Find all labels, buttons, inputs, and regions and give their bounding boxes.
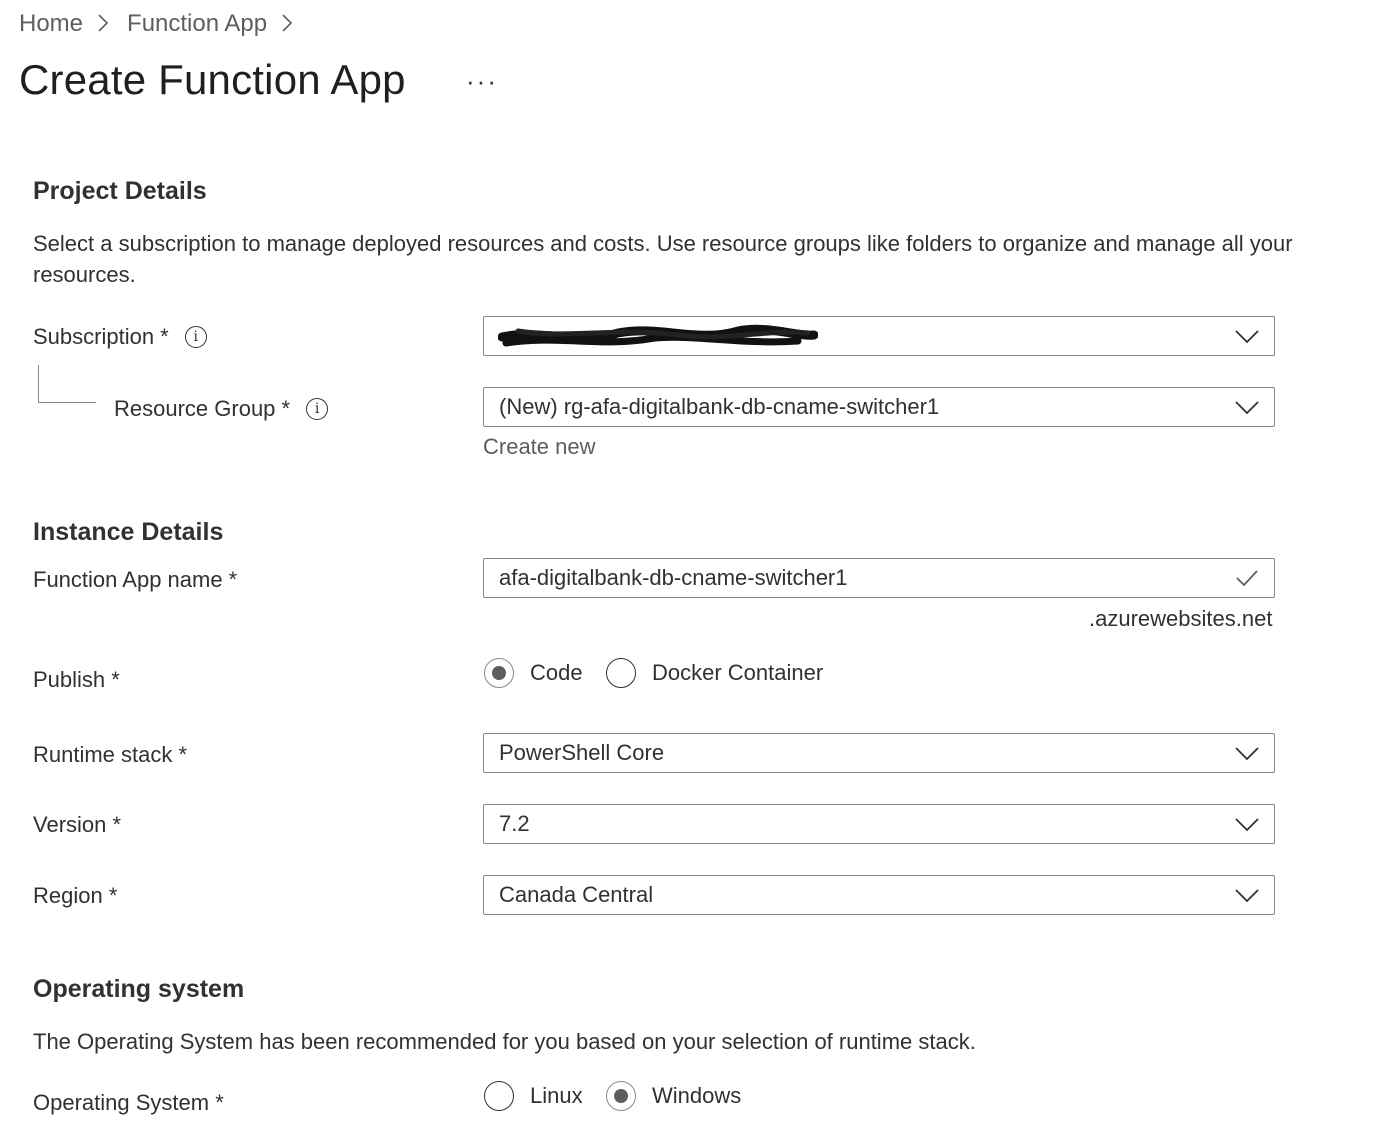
breadcrumb-home[interactable]: Home <box>19 10 83 38</box>
resource-group-value: (New) rg-afa-digitalbank-db-cname-switch… <box>499 394 940 419</box>
region-dropdown[interactable]: Canada Central <box>483 875 1275 915</box>
operating-system-heading: Operating system <box>33 975 245 1003</box>
breadcrumb: Home Function App <box>19 6 311 42</box>
resource-group-dropdown[interactable]: (New) rg-afa-digitalbank-db-cname-switch… <box>483 387 1275 427</box>
checkmark-icon <box>1236 570 1258 587</box>
page-title: Create Function App <box>19 56 406 103</box>
tree-connector <box>38 365 39 403</box>
version-label: Version * <box>33 812 122 837</box>
region-label: Region * <box>33 883 118 908</box>
function-app-name-input[interactable]: afa-digitalbank-db-cname-switcher1 <box>483 558 1275 598</box>
publish-radio-docker[interactable]: Docker Container <box>606 658 823 688</box>
subscription-label: Subscription * i <box>33 324 207 350</box>
instance-details-heading: Instance Details <box>33 518 224 546</box>
radio-selected-icon <box>606 1081 636 1111</box>
runtime-stack-label: Runtime stack * <box>33 742 188 767</box>
version-dropdown[interactable]: 7.2 <box>483 804 1275 844</box>
project-details-heading: Project Details <box>33 177 207 205</box>
chevron-down-icon <box>1235 330 1259 344</box>
chevron-right-icon <box>281 9 293 40</box>
create-new-link[interactable]: Create new <box>483 434 596 460</box>
chevron-down-icon <box>1235 889 1259 903</box>
publish-radio-code[interactable]: Code <box>484 658 583 688</box>
info-icon[interactable]: i <box>184 326 207 348</box>
resource-group-label: Resource Group * i <box>114 396 329 422</box>
project-details-description: Select a subscription to manage deployed… <box>33 231 1293 287</box>
info-icon[interactable]: i <box>306 398 329 420</box>
subscription-label-text: Subscription * <box>33 324 169 349</box>
runtime-stack-dropdown[interactable]: PowerShell Core <box>483 733 1275 773</box>
chevron-right-icon <box>97 9 109 40</box>
chevron-down-icon <box>1235 818 1259 832</box>
domain-suffix: .azurewebsites.net <box>1089 606 1273 631</box>
os-radio-windows[interactable]: Windows <box>606 1081 741 1111</box>
os-option-label: Windows <box>652 1083 742 1108</box>
operating-system-description: The Operating System has been recommende… <box>33 1029 976 1054</box>
version-value: 7.2 <box>499 811 530 836</box>
tree-connector <box>38 402 96 403</box>
more-options-button[interactable]: ··· <box>466 66 498 97</box>
radio-unselected-icon <box>484 1081 514 1111</box>
publish-option-label: Code <box>530 660 583 685</box>
function-app-name-value: afa-digitalbank-db-cname-switcher1 <box>499 565 848 590</box>
region-value: Canada Central <box>499 882 654 907</box>
radio-selected-icon <box>484 658 514 688</box>
redaction-scribble <box>498 324 818 347</box>
os-radio-linux[interactable]: Linux <box>484 1081 583 1111</box>
chevron-down-icon <box>1235 747 1259 761</box>
publish-option-label: Docker Container <box>652 660 824 685</box>
function-app-name-label: Function App name * <box>33 567 238 592</box>
runtime-stack-value: PowerShell Core <box>499 740 665 765</box>
publish-label: Publish * <box>33 667 120 692</box>
subscription-dropdown[interactable] <box>483 316 1275 356</box>
operating-system-label: Operating System * <box>33 1090 224 1115</box>
chevron-down-icon <box>1235 401 1259 415</box>
os-option-label: Linux <box>530 1083 583 1108</box>
breadcrumb-function-app[interactable]: Function App <box>127 10 267 38</box>
resource-group-label-text: Resource Group * <box>114 396 291 421</box>
radio-unselected-icon <box>606 658 636 688</box>
